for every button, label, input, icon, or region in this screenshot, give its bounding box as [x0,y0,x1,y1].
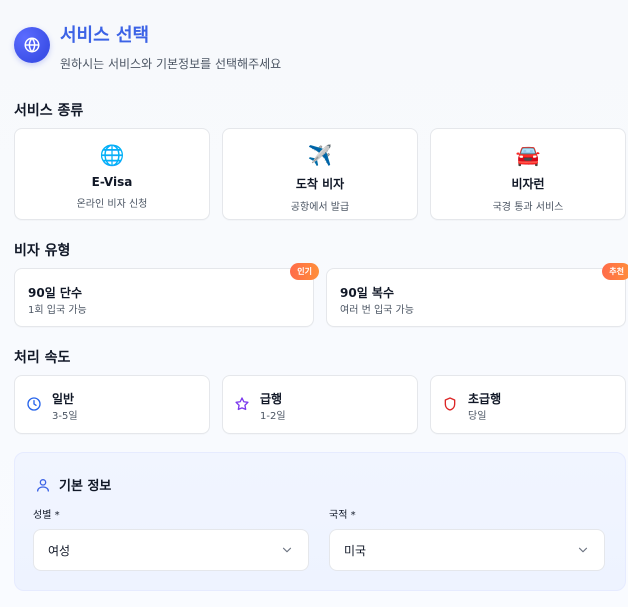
section-title-service-kinds: 서비스 종류 [14,103,84,119]
visa-desc: 여러 번 입국 가능 [340,305,414,316]
gender-select[interactable]: 여성 [33,529,309,571]
car-icon: 🚘 [515,143,541,167]
section-title-speed: 처리 속도 [14,350,71,366]
page-subtitle: 원하시는 서비스와 기본정보를 선택해주세요 [60,57,282,71]
basic-info-panel: 기본 정보 성별 * 여성 국적 * 미국 [14,452,626,591]
speed-card-express[interactable]: 급행 1-2일 [222,375,418,434]
user-icon [37,478,49,492]
header: 서비스 선택 원하시는 서비스와 기본정보를 선택해주세요 [14,27,281,72]
speed-desc: 1-2일 [260,411,286,422]
visa-name: 90일 단수 [28,286,82,300]
chevron-down-icon [282,547,292,553]
page-title: 서비스 선택 [60,25,150,46]
title-wrap: 서비스 선택 원하시는 서비스와 기본정보를 선택해주세요 [60,27,281,72]
airplane-icon: ✈️ [307,143,333,167]
nationality-label: 국적 * [329,510,356,521]
visa-desc: 1회 입국 가능 [28,305,87,316]
chevron-down-icon [578,547,588,553]
gender-value: 여성 [48,543,71,558]
recommend-badge: 추천 [602,263,628,280]
speed-name: 초급행 [468,392,502,406]
speed-card-super-express[interactable]: 초급행 당일 [430,375,626,434]
service-desc: 공항에서 발급 [290,202,350,213]
star-icon [235,397,249,411]
globe-icon: 🌐 [99,143,125,167]
section-title-visa-types: 비자 유형 [14,243,71,259]
basic-info-title-text: 기본 정보 [59,479,112,494]
service-name: 비자런 [511,177,545,191]
service-name: E-Visa [91,175,133,189]
speed-desc: 3-5일 [52,411,78,422]
basic-info-title: 기본 정보 [35,475,111,494]
clock-icon [27,397,41,411]
speed-card-normal[interactable]: 일반 3-5일 [14,375,210,434]
service-card-arrival-visa[interactable]: ✈️ 도착 비자 공항에서 발급 [222,128,418,220]
service-desc: 국경 통과 서비스 [492,202,564,213]
shield-icon [444,397,456,411]
speed-name: 일반 [52,392,75,406]
speed-name: 급행 [260,392,283,406]
popular-badge: 인기 [290,263,319,280]
visa-card-multiple-90[interactable]: 90일 복수 여러 번 입국 가능 추천 [326,263,628,327]
service-card-visa-run[interactable]: 🚘 비자런 국경 통과 서비스 [430,128,626,220]
service-card-evisa[interactable]: 🌐 E-Visa 온라인 비자 신청 [14,128,210,220]
gender-label: 성별 * [33,510,60,521]
globe-icon [14,27,50,63]
service-name: 도착 비자 [295,177,345,191]
visa-name: 90일 복수 [340,286,394,300]
visa-card-single-90[interactable]: 90일 단수 1회 입국 가능 인기 [14,263,319,327]
nationality-select[interactable]: 미국 [329,529,605,571]
service-desc: 온라인 비자 신청 [76,199,148,210]
speed-desc: 당일 [468,411,487,422]
nationality-value: 미국 [344,543,367,558]
service-selection-page: 서비스 선택 원하시는 서비스와 기본정보를 선택해주세요 서비스 종류 🌐 E… [0,0,628,607]
